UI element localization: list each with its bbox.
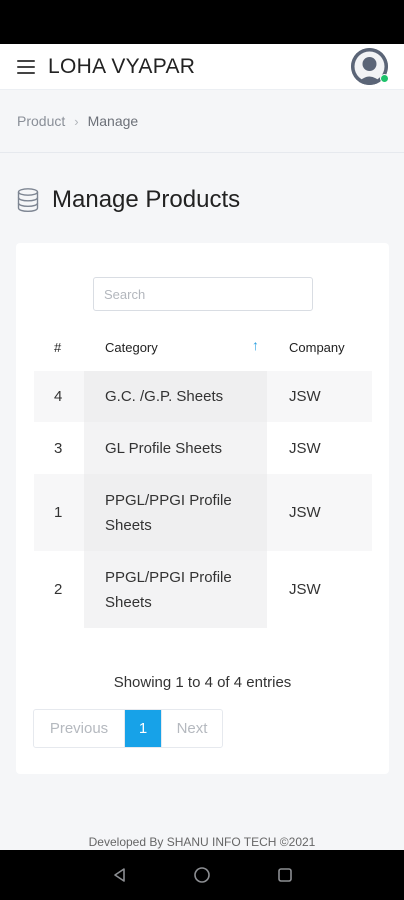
home-icon[interactable] (192, 865, 212, 885)
table-row: 3 GL Profile Sheets JSW (34, 422, 372, 474)
row-category: GL Profile Sheets (84, 422, 267, 474)
column-header-category[interactable]: Category ↑ (84, 324, 267, 371)
sort-ascending-icon: ↑ (252, 337, 259, 353)
table-info: Showing 1 to 4 of 4 entries (113, 674, 292, 691)
breadcrumb-item-manage: Manage (87, 113, 139, 129)
footer-credit: Developed By SHANU INFO TECH ©2021 (88, 835, 316, 849)
table-row: 1 PPGL/PPGI Profile Sheets JSW (34, 474, 372, 551)
table-row: 4 G.C. /G.P. Sheets JSW (34, 371, 372, 422)
previous-page-button[interactable]: Previous (34, 710, 125, 747)
row-company: JSW (289, 504, 321, 521)
back-icon[interactable] (110, 865, 130, 885)
breadcrumb: Product › Manage (0, 90, 404, 153)
table-row: 2 PPGL/PPGI Profile Sheets JSW (34, 551, 372, 628)
search-input[interactable] (93, 277, 313, 311)
column-header-number[interactable]: # (34, 340, 84, 355)
hamburger-menu-icon[interactable] (17, 59, 35, 74)
row-category: PPGL/PPGI Profile Sheets (84, 551, 267, 628)
next-page-button[interactable]: Next (161, 710, 222, 747)
online-status-dot (380, 74, 389, 83)
breadcrumb-item-product[interactable]: Product (17, 113, 65, 129)
column-header-company[interactable]: Company (267, 340, 372, 355)
row-company: JSW (289, 388, 321, 405)
table-header: # Category ↑ Company (34, 324, 372, 371)
pagination: Previous 1 Next (33, 709, 223, 748)
row-number: 2 (54, 581, 63, 598)
page-header: Manage Products (17, 186, 240, 214)
row-number: 1 (54, 504, 63, 521)
recent-apps-icon[interactable] (275, 865, 295, 885)
row-number: 4 (54, 388, 63, 405)
app-header: LOHA VYAPAR (0, 44, 404, 90)
breadcrumb-separator-icon: › (74, 113, 79, 129)
app-brand: LOHA VYAPAR (48, 54, 196, 78)
page-1-button[interactable]: 1 (125, 710, 161, 747)
products-card: # Category ↑ Company 4 G.C. /G.P. Sheets… (16, 243, 389, 774)
row-number: 3 (54, 439, 63, 457)
row-company: JSW (289, 439, 321, 457)
products-table: # Category ↑ Company 4 G.C. /G.P. Sheets… (34, 324, 372, 628)
page-title: Manage Products (52, 186, 241, 213)
column-header-category-label: Category (105, 340, 158, 355)
system-nav-bar (0, 850, 404, 900)
row-category: PPGL/PPGI Profile Sheets (84, 474, 267, 551)
database-icon (17, 188, 39, 212)
row-company: JSW (289, 581, 321, 598)
status-bar (0, 0, 404, 44)
row-category: G.C. /G.P. Sheets (84, 371, 267, 422)
